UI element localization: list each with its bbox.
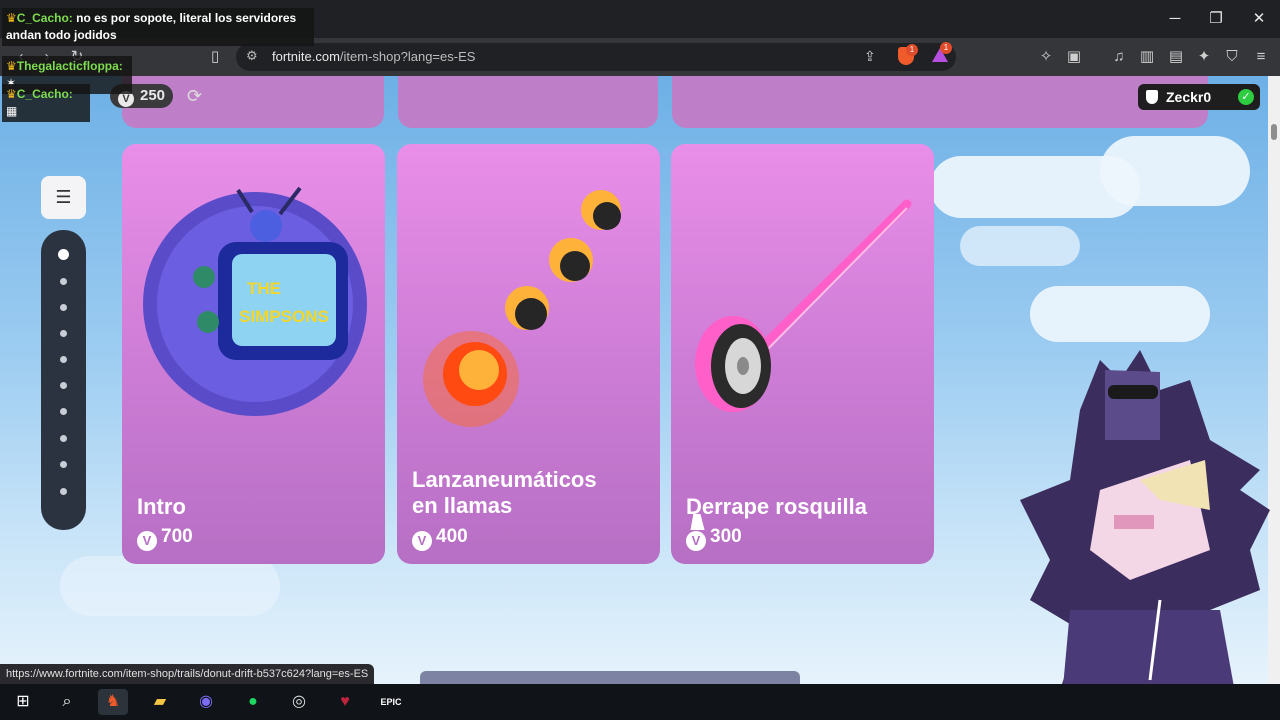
- hand-cursor-icon: [690, 514, 708, 530]
- item-price-value: 300: [710, 526, 742, 547]
- chat-separator: :: [68, 87, 73, 101]
- section-navigator[interactable]: [41, 230, 86, 530]
- wallet-icon[interactable]: ▤: [1165, 46, 1187, 68]
- file-explorer-icon[interactable]: ▰: [145, 689, 175, 715]
- spotify-icon[interactable]: ●: [238, 689, 268, 715]
- chat-nick: Thegalacticfloppa: [16, 59, 119, 73]
- extensions-icon[interactable]: ✧: [1035, 46, 1057, 68]
- chat-message: ♛C_Cacho: no es por sopote, literal los …: [2, 8, 314, 46]
- close-button[interactable]: ✕: [1247, 8, 1271, 30]
- cloud: [1100, 136, 1250, 206]
- game-launcher-icon[interactable]: ♥: [330, 689, 360, 715]
- chat-nick: C_Cacho: [16, 87, 69, 101]
- filter-button[interactable]: ☰: [41, 176, 86, 219]
- brave-shields-icon[interactable]: 1: [898, 44, 918, 65]
- section-dot[interactable]: [60, 461, 67, 468]
- filter-icon: ☰: [55, 187, 72, 207]
- item-title: Derrape rosquilla: [686, 494, 867, 519]
- streamer-avatar: [1020, 350, 1270, 720]
- cloud: [60, 556, 280, 616]
- svg-text:SIMPSONS: SIMPSONS: [239, 307, 329, 326]
- crown-icon: ♛: [6, 87, 17, 101]
- verified-icon: ✓: [1238, 89, 1254, 105]
- url-path: /item-shop?lang=es-ES: [339, 49, 476, 64]
- media-icon[interactable]: ▣: [1063, 46, 1085, 68]
- previous-card-bottom: [672, 76, 1208, 128]
- rewards-icon[interactable]: 1: [932, 42, 952, 62]
- item-price-value: 700: [161, 526, 193, 547]
- crown-icon: ♛: [6, 59, 17, 73]
- section-dot[interactable]: [60, 304, 67, 311]
- chat-separator: :: [118, 59, 123, 73]
- sidebar-icon[interactable]: ▥: [1136, 46, 1158, 68]
- vpn-icon[interactable]: ⛉: [1221, 46, 1243, 68]
- section-dot[interactable]: [60, 330, 67, 337]
- item-card-intro[interactable]: THE SIMPSONS Intro V 700: [122, 144, 385, 564]
- section-dot[interactable]: [60, 356, 67, 363]
- section-dot[interactable]: [60, 382, 67, 389]
- minimize-button[interactable]: ─: [1163, 8, 1187, 30]
- search-icon[interactable]: ⌕: [52, 689, 82, 715]
- link-preview: https://www.fortnite.com/item-shop/trail…: [0, 664, 375, 684]
- flaming-tires-image: [423, 190, 621, 427]
- chat-message: ♛C_Cacho: ▦: [2, 84, 90, 122]
- windows-taskbar: ⊞ ⌕ ♞ ▰ ◉ ● ◎ ♥ EPIC: [0, 684, 1280, 720]
- item-title: Intro: [137, 494, 186, 519]
- vbucks-amount: 250: [140, 87, 166, 104]
- vbucks-icon: V: [412, 531, 432, 551]
- previous-card-bottom: [398, 76, 658, 128]
- maximize-button[interactable]: ❐: [1204, 8, 1228, 30]
- obs-icon[interactable]: ◎: [284, 689, 314, 715]
- item-title: Lanzaneumáticos en llamas: [412, 467, 597, 518]
- username: Zeckr0: [1166, 89, 1212, 105]
- section-dot[interactable]: [60, 408, 67, 415]
- section-dot[interactable]: [60, 435, 67, 442]
- section-dot[interactable]: [60, 278, 67, 285]
- vbucks-icon: V: [137, 531, 157, 551]
- vbucks-icon: V: [686, 531, 706, 551]
- item-card-donut-drift[interactable]: Derrape rosquilla V 300: [671, 144, 934, 564]
- svg-text:THE: THE: [247, 279, 281, 298]
- url-domain: fortnite.com: [272, 49, 340, 64]
- item-price: V 400: [412, 526, 468, 551]
- bookmark-icon[interactable]: ▯: [204, 46, 226, 68]
- cloud: [1030, 286, 1210, 342]
- donut-drift-image: [695, 199, 912, 412]
- emote-icon: ▦: [6, 104, 18, 118]
- refresh-icon[interactable]: ⟳: [187, 86, 202, 107]
- music-icon[interactable]: ♫: [1108, 46, 1130, 68]
- user-account-pill[interactable]: Zeckr0 ✓: [1138, 84, 1260, 110]
- epic-games-icon[interactable]: EPIC: [376, 689, 406, 715]
- shield-icon: [1146, 90, 1158, 104]
- share-icon[interactable]: ⇪: [864, 48, 876, 65]
- item-price-value: 400: [436, 526, 468, 547]
- chat-nick: C_Cacho: [16, 11, 69, 25]
- scrollbar-thumb[interactable]: [1271, 124, 1277, 140]
- crown-icon: ♛: [6, 11, 17, 25]
- address-bar[interactable]: ⚙ fortnite.com/item-shop?lang=es-ES ⇪ 1 …: [236, 42, 956, 71]
- cloud: [960, 226, 1080, 266]
- rewards-badge: 1: [940, 42, 952, 54]
- windows-start-icon[interactable]: ⊞: [8, 689, 38, 715]
- section-dot[interactable]: [58, 249, 69, 260]
- site-info-icon[interactable]: ⚙: [246, 48, 258, 64]
- menu-icon[interactable]: ≡: [1250, 46, 1272, 68]
- brave-icon[interactable]: ♞: [98, 689, 128, 715]
- shields-badge: 1: [906, 44, 918, 56]
- section-dot[interactable]: [60, 488, 67, 495]
- leo-icon[interactable]: ✦: [1193, 46, 1215, 68]
- item-card-flaming-tires[interactable]: Lanzaneumáticos en llamas V 400: [397, 144, 660, 564]
- item-price: V 700: [137, 526, 193, 551]
- discord-icon[interactable]: ◉: [191, 689, 221, 715]
- address-url[interactable]: fortnite.com/item-shop?lang=es-ES: [272, 49, 475, 64]
- simpsons-tv-image: THE SIMPSONS: [143, 186, 367, 416]
